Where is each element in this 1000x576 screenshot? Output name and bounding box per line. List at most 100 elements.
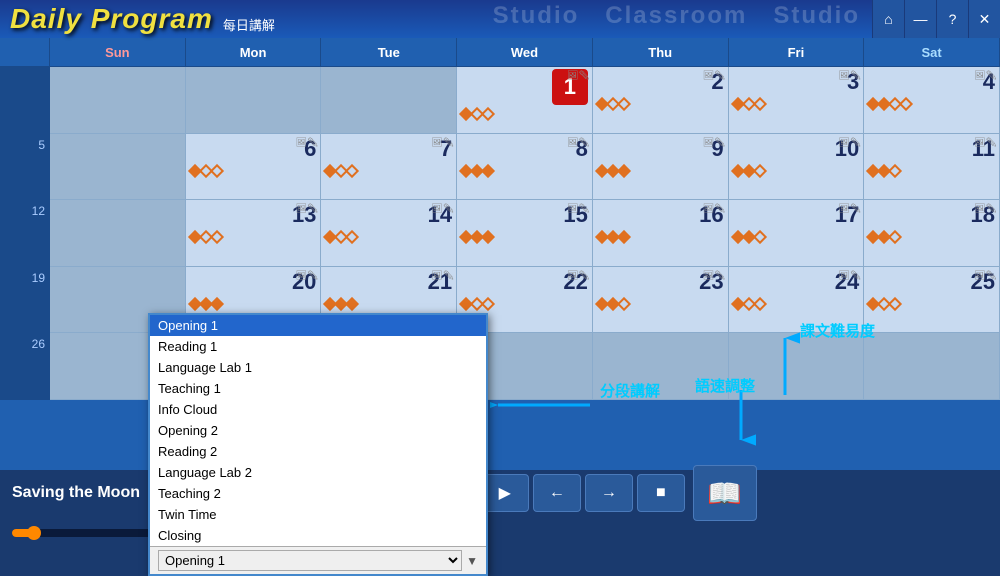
dropdown-item-langlab1[interactable]: Language Lab 1 bbox=[150, 357, 486, 378]
dropdown-item-opening2[interactable]: Opening 2 bbox=[150, 420, 486, 441]
diamonds-1 bbox=[461, 109, 588, 119]
cal-cell-sun3[interactable] bbox=[50, 200, 186, 267]
cei-20: 🖼✏ bbox=[296, 270, 319, 281]
cal-cell-2[interactable]: 🖼✏ 2 bbox=[593, 67, 729, 134]
cal-cell-17[interactable]: 🖼✏ 17 bbox=[729, 200, 865, 267]
week-num-3: 12 bbox=[0, 200, 50, 267]
cal-cell-empty[interactable] bbox=[50, 67, 186, 134]
dropdown-item-teaching2[interactable]: Teaching 2 bbox=[150, 483, 486, 504]
forward-button[interactable]: → bbox=[585, 474, 633, 512]
cei-7: 🖼✏ bbox=[431, 137, 454, 148]
cei-10: 🖼✏ bbox=[838, 137, 861, 148]
cal-cell-empty3[interactable] bbox=[321, 67, 457, 134]
sunday-header: Sun bbox=[50, 38, 186, 66]
d bbox=[210, 297, 224, 311]
d bbox=[617, 164, 631, 178]
d-9 bbox=[597, 166, 724, 176]
d-7 bbox=[325, 166, 452, 176]
tuesday-header: Tue bbox=[321, 38, 457, 66]
cal-cell-18[interactable]: 🖼✏ 18 bbox=[864, 200, 1000, 267]
stop-button[interactable]: ■ bbox=[637, 474, 685, 512]
cei-8: 🖼✏ bbox=[567, 137, 590, 148]
cal-cell-3[interactable]: 🖼✏ 3 bbox=[729, 67, 865, 134]
cal-cell-14[interactable]: 🖼✏ 14 bbox=[321, 200, 457, 267]
dropdown-item-langlab2[interactable]: Language Lab 2 bbox=[150, 462, 486, 483]
cal-cell-r5-4 bbox=[593, 333, 729, 400]
cal-cell-16[interactable]: 🖼✏ 16 bbox=[593, 200, 729, 267]
d bbox=[888, 164, 902, 178]
d bbox=[899, 97, 913, 111]
cal-cell-11[interactable]: 🖼✏ 11 bbox=[864, 134, 1000, 201]
cei-18: 🖼✏ bbox=[974, 203, 997, 214]
d bbox=[752, 164, 766, 178]
week-num-5: 26 bbox=[0, 333, 50, 400]
thursday-header: Thu bbox=[593, 38, 729, 66]
cal-cell-1[interactable]: 🖼✏ 1 bbox=[457, 67, 593, 134]
dropdown-item-closing[interactable]: Closing bbox=[150, 525, 486, 546]
cell-edit-icons: 🖼✏ bbox=[567, 70, 590, 81]
cal-cell-9[interactable]: 🖼✏ 9 bbox=[593, 134, 729, 201]
d-17 bbox=[733, 232, 860, 242]
wednesday-header: Wed bbox=[457, 38, 593, 66]
cal-cell-6[interactable]: 🖼✏ 6 bbox=[186, 134, 322, 201]
dropdown-item-twintime[interactable]: Twin Time bbox=[150, 504, 486, 525]
d-8 bbox=[461, 166, 588, 176]
monday-header: Mon bbox=[186, 38, 322, 66]
d bbox=[210, 164, 224, 178]
cal-cell-25[interactable]: 🖼✏ 25 bbox=[864, 267, 1000, 334]
cal-cell-10[interactable]: 🖼✏ 10 bbox=[729, 134, 865, 201]
cal-cell-sun2[interactable] bbox=[50, 134, 186, 201]
dropdown-select-row: Opening 1 ▼ bbox=[150, 546, 486, 574]
d-18 bbox=[868, 232, 995, 242]
d-13 bbox=[190, 232, 317, 242]
edit-icon: 🖼✏ bbox=[567, 70, 590, 81]
cal-cell-7[interactable]: 🖼✏ 7 bbox=[321, 134, 457, 201]
cal-cell-empty2[interactable] bbox=[186, 67, 322, 134]
dropdown-select[interactable]: Opening 1 bbox=[158, 550, 462, 571]
diamond-outline2 bbox=[481, 107, 495, 121]
cal-cell-8[interactable]: 🖼✏ 8 bbox=[457, 134, 593, 201]
dropdown-item-reading2[interactable]: Reading 2 bbox=[150, 441, 486, 462]
d-11 bbox=[868, 166, 995, 176]
day-headers: Sun Mon Tue Wed Thu Fri Sat bbox=[0, 38, 1000, 66]
cal-cell-4[interactable]: 🖼✏ 4 bbox=[864, 67, 1000, 134]
d-23 bbox=[597, 299, 724, 309]
week-num-header bbox=[0, 38, 50, 66]
dropdown-item-opening1[interactable]: Opening 1 bbox=[150, 315, 486, 336]
minimize-button[interactable]: — bbox=[904, 0, 936, 38]
cei-25: 🖼✏ bbox=[974, 270, 997, 281]
diamonds-2 bbox=[597, 99, 724, 109]
d bbox=[481, 230, 495, 244]
d bbox=[617, 97, 631, 111]
d bbox=[210, 230, 224, 244]
d bbox=[345, 164, 359, 178]
back-button[interactable]: ← bbox=[533, 474, 581, 512]
cell-edit-icons-2: 🖼✏ bbox=[703, 70, 726, 81]
progress-dot bbox=[27, 526, 41, 540]
d-16 bbox=[597, 232, 724, 242]
diamonds-4 bbox=[868, 99, 995, 109]
d-21 bbox=[325, 299, 452, 309]
cal-cell-15[interactable]: 🖼✏ 15 bbox=[457, 200, 593, 267]
cal-cell-13[interactable]: 🖼✏ 13 bbox=[186, 200, 322, 267]
d bbox=[752, 297, 766, 311]
cal-cell-24[interactable]: 🖼✏ 24 bbox=[729, 267, 865, 334]
cei-14: 🖼✏ bbox=[431, 203, 454, 214]
dropdown-item-teaching1[interactable]: Teaching 1 bbox=[150, 378, 486, 399]
d bbox=[888, 230, 902, 244]
dropdown-item-infocloud[interactable]: Info Cloud bbox=[150, 399, 486, 420]
d bbox=[888, 297, 902, 311]
d bbox=[617, 230, 631, 244]
cei-23: 🖼✏ bbox=[703, 270, 726, 281]
app-header: Daily Program 每日講解 Studio Classroom Stud… bbox=[0, 0, 1000, 38]
cal-cell-23[interactable]: 🖼✏ 23 bbox=[593, 267, 729, 334]
cal-cell-r5-6 bbox=[864, 333, 1000, 400]
dropdown-item-reading1[interactable]: Reading 1 bbox=[150, 336, 486, 357]
week-num-2: 5 bbox=[0, 134, 50, 201]
help-button[interactable]: ? bbox=[936, 0, 968, 38]
cei-24: 🖼✏ bbox=[838, 270, 861, 281]
d-6 bbox=[190, 166, 317, 176]
close-button[interactable]: ✕ bbox=[968, 0, 1000, 38]
home-button[interactable]: ⌂ bbox=[872, 0, 904, 38]
play-button[interactable]: ▶ bbox=[481, 474, 529, 512]
